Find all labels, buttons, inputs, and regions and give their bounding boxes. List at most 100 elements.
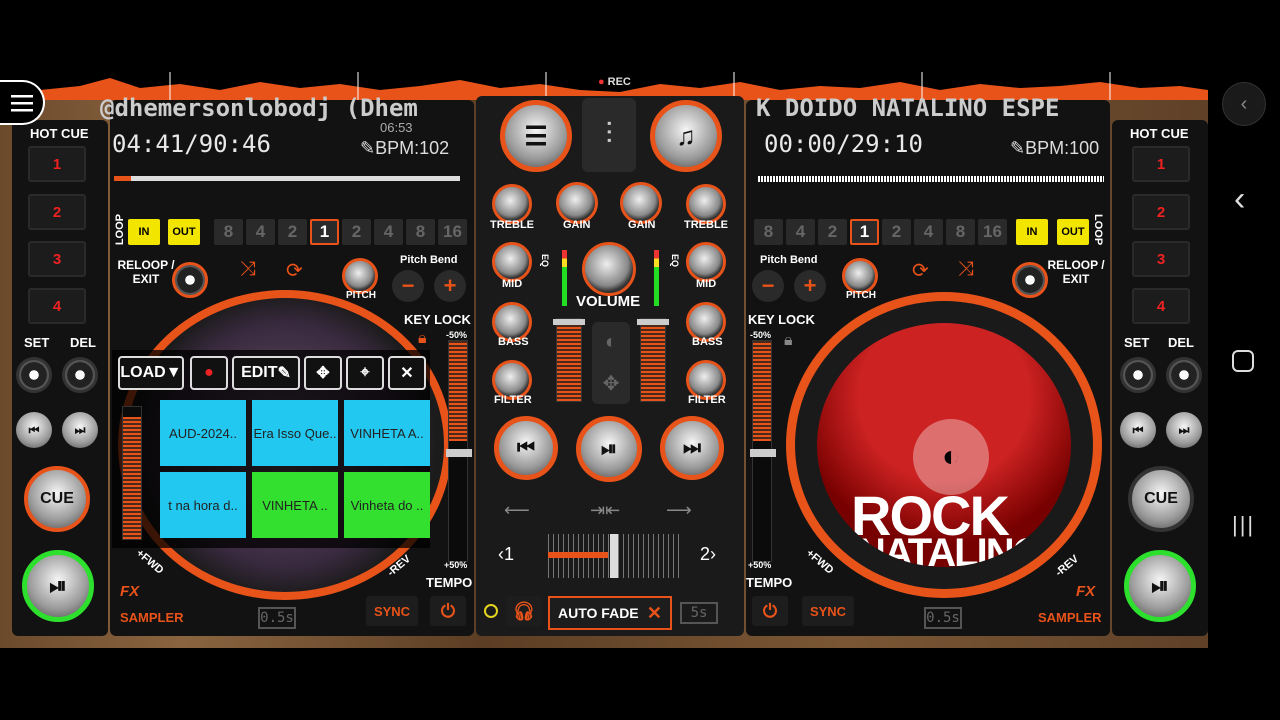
deckB-hotcue-4[interactable]: 4 [1132,288,1190,324]
deckA-cue-button[interactable]: CUE [24,466,90,532]
deckB-loop-4[interactable]: 4 [914,219,943,245]
deckA-pitch-bend-plus[interactable]: + [434,270,466,302]
menu-button[interactable] [0,80,45,125]
sampler-edit-button[interactable]: EDIT ✎ [232,356,300,390]
deckA-loop-1-8[interactable]: 8 [214,219,243,245]
sampler-close-button[interactable]: ✕ [388,356,426,390]
repeat-icon[interactable]: ⟳ [912,258,929,283]
rec-indicator[interactable]: REC [598,76,631,88]
deckB-hotcue-2[interactable]: 2 [1132,194,1190,230]
playlist-button[interactable]: ☰ [500,100,572,172]
sampler-pad-4[interactable]: t na hora d.. [160,472,246,538]
sampler-pad-2[interactable]: Era Isso Que.. [252,400,338,466]
deckA-mid-knob[interactable] [492,242,532,282]
deckB-loop-16[interactable]: 16 [978,219,1007,245]
deckB-play-pause-button[interactable]: ⏯ [1124,550,1196,622]
master-play-pause-button[interactable]: ⏯ [576,416,642,482]
deckA-pitch-knob[interactable] [342,258,378,294]
deckA-treble-knob[interactable] [492,184,532,224]
deckB-loop-2[interactable]: 2 [882,219,911,245]
deckB-reloop-knob[interactable] [1012,262,1048,298]
deckB-del-knob[interactable] [1166,357,1202,393]
crossfader[interactable] [548,534,680,578]
deckA-sync-button[interactable]: SYNC [366,596,418,626]
deckA-prev-cue-button[interactable]: ⏮ [16,412,52,448]
deckB-loop-1-8[interactable]: 8 [754,219,783,245]
deckA-pitch-fader[interactable] [446,340,472,562]
sampler-volume-fader[interactable] [122,406,142,540]
deckA-bpm[interactable]: ✎BPM:102 [360,138,449,159]
sampler-record-button[interactable]: ● [190,356,228,390]
sampler-pad-5[interactable]: VINHETA .. [252,472,338,538]
deckA-volume-fader[interactable] [553,318,585,402]
deckB-hotcue-3[interactable]: 3 [1132,241,1190,277]
next-track-button[interactable]: ⏭ [660,416,724,480]
mixer-settings-button[interactable]: ⫶ [582,98,636,172]
repeat-icon[interactable]: ⟳ [286,258,303,283]
deckB-prev-cue-button[interactable]: ⏮ [1120,412,1156,448]
headphone-button[interactable]: 🎧︎ [506,596,542,626]
deckB-beat-length[interactable]: 0.5s [924,607,962,629]
deckB-power-button[interactable]: ⏻ [752,596,788,626]
deckA-loop-8[interactable]: 8 [406,219,435,245]
deckA-fx-button[interactable]: FX [120,583,139,600]
deckB-loop-in-button[interactable]: IN [1016,219,1048,245]
deckB-pitch-knob[interactable] [842,258,878,294]
deckB-loop-1-2[interactable]: 2 [818,219,847,245]
deckA-loop-in-button[interactable]: IN [128,219,160,245]
deckA-gain-knob[interactable] [556,182,598,224]
deckB-pitch-bend-plus[interactable]: + [794,270,826,302]
deckA-loop-16[interactable]: 16 [438,219,467,245]
deckA-hotcue-3[interactable]: 3 [28,241,86,277]
deckA-loop-1-4[interactable]: 4 [246,219,275,245]
home-icon[interactable] [1232,350,1254,372]
deckB-turntable[interactable]: ROCK NATALINO ◐ [786,292,1102,598]
sampler-load-button[interactable]: LOAD▼ [118,356,184,390]
auto-fade-time[interactable]: 5s [680,602,718,624]
deckB-cue-button[interactable]: CUE [1128,466,1194,532]
deckB-pitch-bend-minus[interactable]: − [752,270,784,302]
deckB-volume-fader[interactable] [637,318,669,402]
deckB-loop-1-4[interactable]: 4 [786,219,815,245]
prev-track-button[interactable]: ⏮ [494,416,558,480]
sampler-move-button[interactable]: ✥ [304,356,342,390]
crossfade-left-arrow-icon[interactable]: ⟵ [504,500,530,521]
deckA-loop-4[interactable]: 4 [374,219,403,245]
deckA-set-knob[interactable] [16,357,52,393]
crossfade-center-icon[interactable]: ⇥⇤ [590,500,620,521]
music-library-button[interactable]: ♫ [650,100,722,172]
deckB-pitch-fader[interactable] [750,340,776,562]
deckB-gain-knob[interactable] [620,182,662,224]
deckA-progress-bar[interactable] [114,176,460,181]
deckB-loop-1[interactable]: 1 [850,219,879,245]
recents-icon[interactable]: ||| [1232,512,1255,538]
deckB-sampler-button[interactable]: SAMPLER [1038,610,1102,625]
deckA-next-cue-button[interactable]: ⏭ [62,412,98,448]
deckB-set-knob[interactable] [1120,357,1156,393]
sampler-pad-6[interactable]: Vinheta do .. [344,472,430,538]
deckB-lock-icon[interactable]: 🔒︎ [784,332,793,350]
collapse-button[interactable]: ‹ [1222,82,1266,126]
deckA-hotcue-2[interactable]: 2 [28,194,86,230]
deckA-del-knob[interactable] [62,357,98,393]
deckA-loop-1-2[interactable]: 2 [278,219,307,245]
deckB-hotcue-1[interactable]: 1 [1132,146,1190,182]
deckA-play-pause-button[interactable]: ⏯ [22,550,94,622]
deckA-sampler-button[interactable]: SAMPLER [120,610,184,625]
shuffle-icon[interactable]: ⤨ [958,258,974,281]
deckA-pitch-bend-minus[interactable]: − [392,270,424,302]
deckB-bpm[interactable]: ✎BPM:100 [1010,138,1099,159]
deckB-next-cue-button[interactable]: ⏭ [1166,412,1202,448]
deckA-loop-out-button[interactable]: OUT [168,219,200,245]
sampler-target-button[interactable]: ⌖ [346,356,384,390]
deckA-power-button[interactable]: ⏻ [430,596,466,626]
auto-fade-button[interactable]: AUTO FADE ✕ [548,596,672,630]
deckA-loop-1[interactable]: 1 [310,219,339,245]
sampler-pad-3[interactable]: VINHETA A.. [344,400,430,466]
deckA-hotcue-4[interactable]: 4 [28,288,86,324]
deckB-loop-out-button[interactable]: OUT [1057,219,1089,245]
deckB-treble-knob[interactable] [686,184,726,224]
deckA-reloop-knob[interactable] [172,262,208,298]
deckB-mid-knob[interactable] [686,242,726,282]
deckA-hotcue-1[interactable]: 1 [28,146,86,182]
